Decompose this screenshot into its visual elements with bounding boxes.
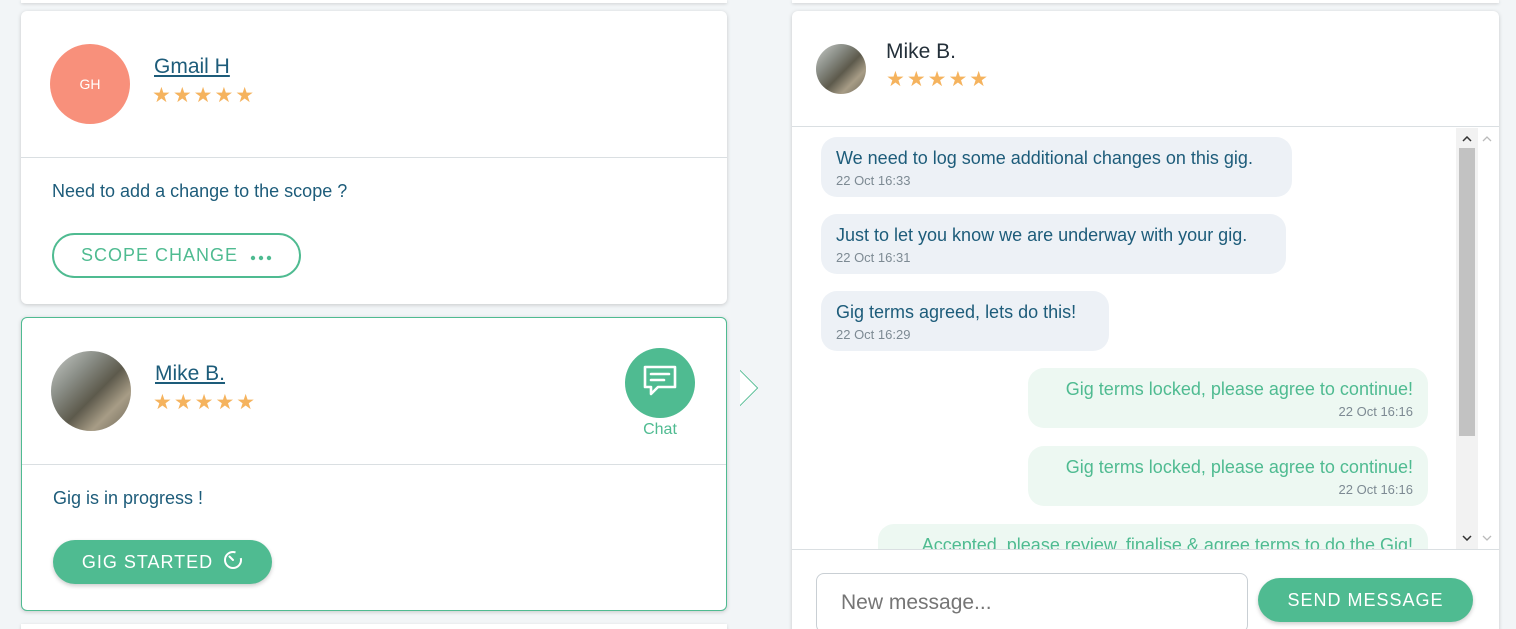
star-rating: ★★★★★ <box>152 84 257 107</box>
message-text: Gig terms locked, please agree to contin… <box>1065 457 1413 477</box>
message-time: 22 Oct 16:31 <box>836 250 911 265</box>
chat-contact-name: Mike B. <box>886 40 957 63</box>
chat-label[interactable]: Chat <box>625 421 695 439</box>
outer-scroll-down-arrow-icon[interactable] <box>1478 529 1496 547</box>
message-time: 22 Oct 16:16 <box>1338 404 1413 419</box>
card-header: GH Gmail H ★★★★★ <box>21 11 727 157</box>
message-text: Gig terms locked, please agree to contin… <box>1065 379 1413 399</box>
message-input[interactable] <box>816 573 1248 629</box>
message-bubble: Accepted, please review, finalise & agre… <box>878 524 1428 549</box>
message-list[interactable]: We need to log some additional changes o… <box>792 128 1456 549</box>
scroll-down-arrow-icon[interactable] <box>1456 529 1478 547</box>
scope-change-label: SCOPE CHANGE <box>80 245 239 265</box>
message-text: Just to let you know we are underway wit… <box>836 225 1248 245</box>
avatar <box>51 351 131 431</box>
scroll-up-arrow-icon[interactable] <box>1456 130 1478 148</box>
star-rating: ★★★★★ <box>153 391 258 414</box>
outer-scroll-up-arrow-icon[interactable] <box>1478 130 1496 148</box>
message-text: We need to log some additional changes o… <box>836 148 1253 168</box>
card-stub-top-right <box>792 0 1499 3</box>
chat-button[interactable] <box>625 348 695 418</box>
gig-card: GH Gmail H ★★★★★ Need to add a change to… <box>21 11 727 304</box>
message-bubble: We need to log some additional changes o… <box>821 137 1292 197</box>
message-time: 22 Oct 16:16 <box>1338 482 1413 497</box>
card-stub-top-left <box>21 0 727 3</box>
message-time: 22 Oct 16:33 <box>836 173 911 188</box>
message-bubble: Gig terms locked, please agree to contin… <box>1028 368 1428 428</box>
message-composer: SEND MESSAGE <box>792 549 1499 629</box>
message-time: 22 Oct 16:29 <box>836 327 911 342</box>
selection-pointer <box>722 370 759 407</box>
send-message-button[interactable]: SEND MESSAGE <box>1258 578 1473 622</box>
message-bubble: Just to let you know we are underway wit… <box>821 214 1286 274</box>
message-bubble: Gig terms locked, please agree to contin… <box>1028 446 1428 506</box>
chat-panel: Mike B. ★★★★★ We need to log some additi… <box>792 11 1499 629</box>
message-text: Gig terms agreed, lets do this! <box>836 302 1077 322</box>
avatar <box>816 44 866 94</box>
message-scrollbar[interactable] <box>1456 128 1478 549</box>
avatar: GH <box>50 44 130 124</box>
gig-started-label: GIG STARTED <box>81 551 214 572</box>
divider <box>22 464 726 465</box>
gig-card-selected: Mike B. ★★★★★ Chat Gig is in progress ! … <box>21 317 727 611</box>
card-header: Mike B. ★★★★★ Chat <box>22 318 726 464</box>
card-message: Gig is in progress ! <box>53 488 204 508</box>
gig-started-button[interactable]: GIG STARTED <box>53 540 272 584</box>
chat-header: Mike B. ★★★★★ <box>792 11 1499 127</box>
card-stub-bottom-left <box>21 624 727 629</box>
message-bubble: Gig terms agreed, lets do this! 22 Oct 1… <box>821 291 1109 351</box>
card-message: Need to add a change to the scope ? <box>52 181 348 201</box>
user-name-link[interactable]: Gmail H <box>154 55 230 79</box>
user-name-link[interactable]: Mike B. <box>155 362 225 386</box>
scope-change-button[interactable]: SCOPE CHANGE <box>52 233 301 278</box>
timer-icon <box>223 550 243 575</box>
chat-bubble-icon <box>642 364 678 403</box>
divider <box>21 157 727 158</box>
scrollbar-thumb[interactable] <box>1459 148 1475 436</box>
star-rating: ★★★★★ <box>886 68 991 91</box>
dots-icon <box>250 245 272 266</box>
message-text: Accepted, please review, finalise & agre… <box>921 535 1413 549</box>
